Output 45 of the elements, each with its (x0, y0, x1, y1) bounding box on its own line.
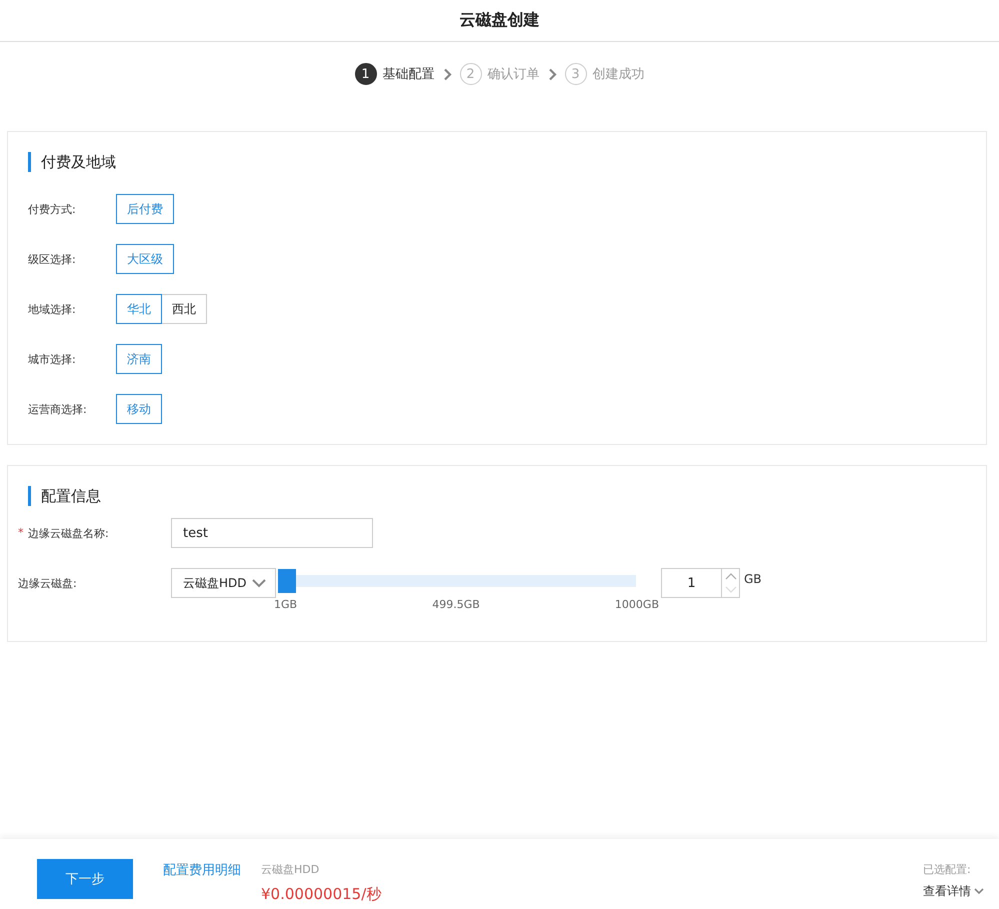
option-button[interactable]: 济南 (116, 344, 162, 374)
field-label: 地域选择: (28, 302, 77, 316)
next-button[interactable]: 下一步 (37, 859, 133, 899)
window-title: 云磁盘创建 (460, 10, 540, 31)
option-button[interactable]: 后付费 (116, 194, 174, 224)
selected-config-label: 已选配置: (923, 862, 971, 877)
item-name: 云磁盘HDD (261, 862, 320, 877)
step-number: 2 (460, 63, 482, 85)
option-button[interactable]: 华北 (116, 294, 162, 324)
tick-label: 1000GB (614, 598, 659, 611)
step-label: 创建成功 (592, 66, 644, 83)
field-label: 边缘云磁盘: (18, 576, 77, 591)
chevron-right-icon (442, 68, 452, 80)
option-button[interactable]: 移动 (116, 394, 162, 424)
view-details-link[interactable]: 查看详情 (923, 883, 984, 900)
price: ¥0.00000015/秒 (261, 885, 382, 904)
fee-details-link[interactable]: 配置费用明细 (163, 861, 241, 879)
chevron-up-icon[interactable] (724, 572, 736, 580)
field-label: 级区选择: (28, 252, 77, 266)
section-title: 配置信息 (41, 486, 101, 506)
field-label: 付费方式: (28, 202, 77, 216)
step-label: 确认订单 (488, 66, 540, 83)
required-mark: * (18, 526, 24, 540)
field-label: 运营商选择: (28, 402, 88, 416)
step-label: 基础配置 (382, 66, 434, 83)
chevron-down-icon (252, 578, 266, 588)
field-label: 城市选择: (28, 352, 77, 366)
accent-bar (28, 152, 31, 172)
step-number: 1 (354, 63, 376, 85)
type-dropdown[interactable]: 云磁盘HDD (171, 568, 276, 598)
number-stepper[interactable]: 1 (661, 568, 740, 598)
tick-label: 499.5GB (432, 598, 480, 611)
option-button[interactable]: 大区级 (116, 244, 174, 274)
section-title: 付费及地域 (41, 152, 116, 172)
slider-thumb[interactable] (278, 569, 296, 593)
accent-bar (28, 486, 31, 506)
chevron-down-icon (974, 888, 984, 895)
option-button[interactable]: 西北 (162, 294, 207, 324)
unit-label: GB (744, 572, 762, 586)
step-number: 3 (564, 63, 586, 85)
tick-label: 1GB (274, 598, 298, 611)
chevron-down-icon[interactable] (724, 586, 736, 594)
field-label: 边缘云磁盘名称: (28, 526, 109, 540)
chevron-right-icon (548, 68, 556, 80)
input-field[interactable]: test (171, 518, 373, 548)
